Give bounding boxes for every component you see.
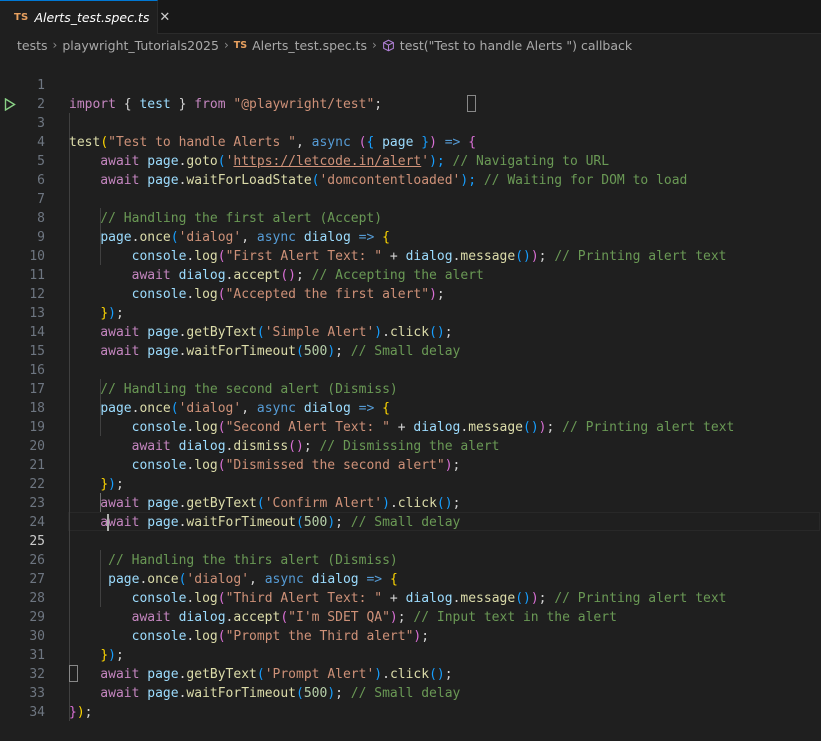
code-line: 33 }); [0, 665, 821, 720]
tab-title: Alerts_test.spec.ts [34, 10, 150, 25]
code-line: 5 await page.waitForLoadState('domconten… [0, 133, 821, 188]
code-line: 26 page.once('dialog', async dialog => { [0, 532, 821, 587]
code-line: 23 await page.waitForTimeout(500); // Sm… [0, 475, 821, 530]
code-line: 27 console.log("Third Alert Text: " + di… [0, 551, 821, 606]
code-line: 30 }); [0, 608, 821, 663]
code-line: 4 await page.goto('https://letcode.in/al… [0, 114, 821, 169]
code-line: 29 console.log("Prompt the Third alert")… [0, 589, 821, 644]
code-line: 10 await dialog.accept(); // Accepting t… [0, 228, 821, 283]
code-line: 20 console.log("Dismissed the second ale… [0, 418, 821, 473]
code-line: 13 await page.getByText('Simple Alert').… [0, 285, 821, 340]
code-line: 1 import { test } from "@playwright/test… [0, 57, 821, 112]
code-line: 12 }); [0, 266, 821, 321]
code-line: 21 }); [0, 437, 821, 492]
code-line: 22 await page.getByText('Confirm Alert')… [0, 456, 821, 511]
code-line: 18 console.log("Second Alert Text: " + d… [0, 380, 821, 435]
typescript-file-icon: TS [233, 39, 248, 51]
code-line: 3 test("Test to handle Alerts ", async (… [0, 95, 821, 150]
code-line: 9 console.log("First Alert Text: " + dia… [0, 209, 821, 264]
breadcrumb-item-file[interactable]: Alerts_test.spec.ts [252, 38, 367, 53]
code-line: 34 [0, 684, 821, 720]
code-line: 6 [0, 152, 821, 188]
code-line: 17 page.once('dialog', async dialog => { [0, 361, 821, 416]
breadcrumb: tests › playwright_Tutorials2025 › TS Al… [0, 34, 821, 56]
code-line: 15 [0, 323, 821, 359]
code-line: 32 await page.waitForTimeout(500); // Sm… [0, 646, 821, 701]
breadcrumb-item-tests[interactable]: tests [17, 38, 48, 53]
code-line-active: 25 // Handling the thirs alert (Dismiss) [0, 513, 821, 568]
breadcrumb-item-folder[interactable]: playwright_Tutorials2025 [62, 38, 219, 53]
typescript-file-icon: TS [14, 12, 29, 23]
code-line: 28 await dialog.accept("I'm SDET QA"); /… [0, 570, 821, 625]
chevron-right-icon: › [371, 38, 377, 52]
line-number: 34 [29, 705, 45, 720]
code-line: 7 // Handling the first alert (Accept) [0, 171, 821, 226]
tab-alerts-test-spec[interactable]: TS Alerts_test.spec.ts ✕ [0, 0, 170, 34]
code-line: 16 // Handling the second alert (Dismiss… [0, 342, 821, 397]
editor-tab-bar: TS Alerts_test.spec.ts ✕ [0, 0, 821, 34]
code-line: 14 await page.waitForTimeout(500); // Sm… [0, 304, 821, 359]
code-line: 2 [0, 76, 821, 112]
code-line: 31 await page.getByText('Prompt Alert').… [0, 627, 821, 682]
code-line: 19 await dialog.dismiss(); // Dismissing… [0, 399, 821, 454]
code-line: 8 page.once('dialog', async dialog => { [0, 190, 821, 245]
breadcrumb-item-symbol[interactable]: test("Test to handle Alerts ") callback [400, 38, 632, 53]
cube-icon [382, 39, 394, 51]
close-icon[interactable]: ✕ [159, 10, 170, 25]
code-editor[interactable]: 1 import { test } from "@playwright/test… [0, 56, 821, 721]
code-line: 11 console.log("Accepted the first alert… [0, 247, 821, 302]
text-cursor [107, 514, 109, 531]
code-line: 24 [0, 494, 821, 530]
chevron-right-icon: › [223, 38, 229, 52]
chevron-right-icon: › [52, 38, 58, 52]
